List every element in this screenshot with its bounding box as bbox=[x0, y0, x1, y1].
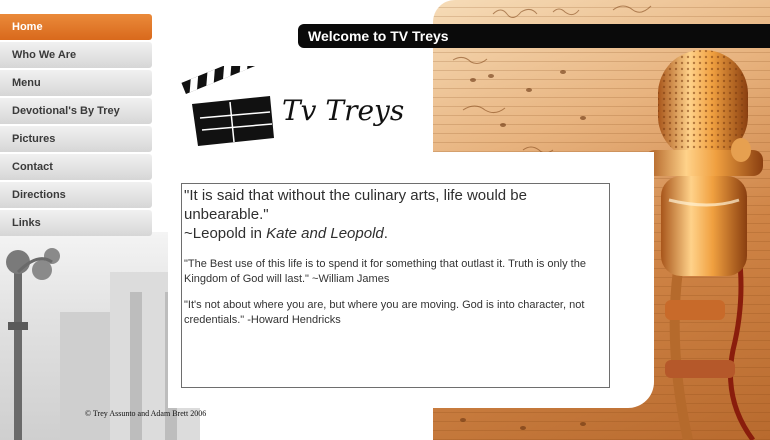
logo-text: Tv Treys bbox=[282, 94, 405, 127]
nav-item-menu[interactable]: Menu bbox=[0, 70, 152, 96]
quote-howard-hendricks: "It's not about where you are, but where… bbox=[184, 299, 585, 326]
main-navigation: Home Who We Are Menu Devotional's By Tre… bbox=[0, 14, 152, 238]
site-logo: Tv Treys bbox=[180, 66, 420, 156]
nav-item-who-we-are[interactable]: Who We Are bbox=[0, 42, 152, 68]
nav-item-devotionals[interactable]: Devotional's By Trey bbox=[0, 98, 152, 124]
quote-culinary-prefix: ~Leopold in bbox=[184, 225, 267, 242]
clapperboard-icon bbox=[181, 66, 274, 146]
quote-culinary-suffix: . bbox=[383, 225, 388, 242]
welcome-banner: Welcome to TV Treys bbox=[298, 24, 770, 48]
nav-item-contact[interactable]: Contact bbox=[0, 154, 152, 180]
quote-culinary-text: "It is said that without the culinary ar… bbox=[184, 187, 527, 223]
nav-item-directions[interactable]: Directions bbox=[0, 182, 152, 208]
quote-culinary: "It is said that without the culinary ar… bbox=[184, 186, 609, 243]
nav-item-pictures[interactable]: Pictures bbox=[0, 126, 152, 152]
quotes-box: "It is said that without the culinary ar… bbox=[181, 183, 610, 388]
quote-culinary-title: Kate and Leopold bbox=[266, 225, 384, 242]
quote-william-james: "The Best use of this life is to spend i… bbox=[184, 258, 586, 285]
nav-item-links[interactable]: Links bbox=[0, 210, 152, 236]
copyright-notice: © Trey Assunto and Adam Brett 2006 bbox=[85, 409, 207, 418]
nav-item-home[interactable]: Home bbox=[0, 14, 152, 40]
